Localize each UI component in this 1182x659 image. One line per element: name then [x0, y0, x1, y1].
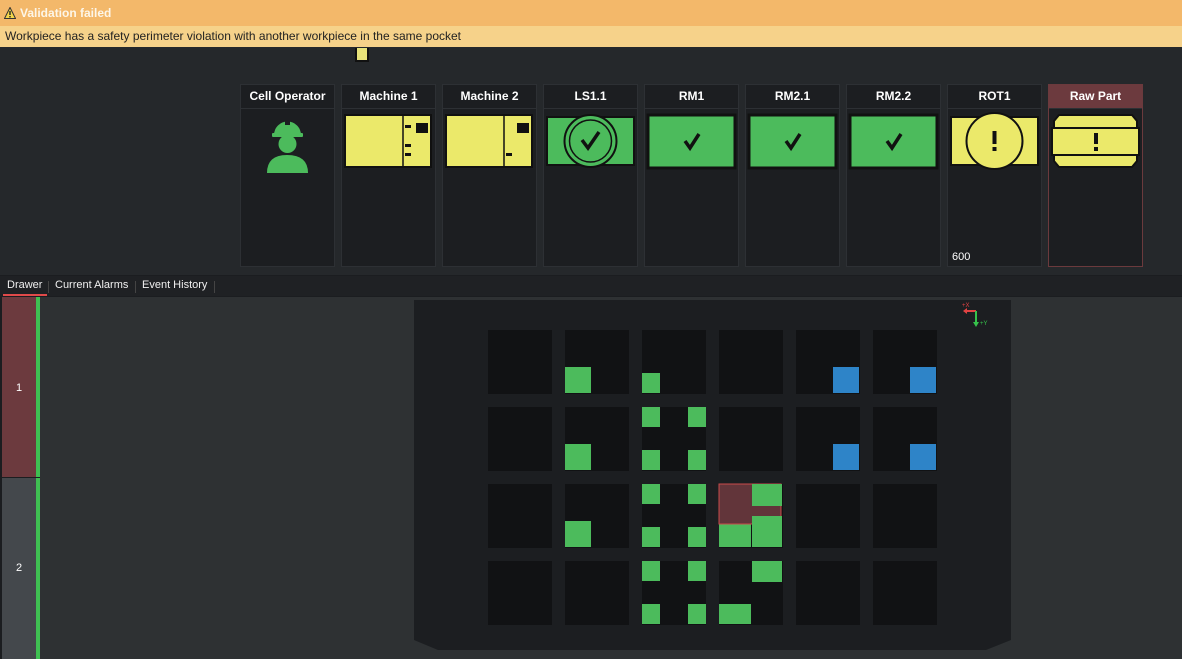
station-title: Machine 2: [443, 85, 536, 109]
warning-triangle-icon: [4, 7, 16, 19]
station-title: LS1.1: [544, 85, 637, 109]
tab-divider: [135, 281, 136, 293]
workpiece[interactable]: [642, 561, 660, 581]
station-value: 600: [952, 251, 971, 263]
exclamation-icon: [950, 112, 1039, 170]
axis-x-label: +X: [962, 303, 970, 309]
axis-y-label: +Y: [980, 321, 988, 327]
station-title: Raw Part: [1049, 85, 1142, 109]
banner-message: Workpiece has a safety perimeter violati…: [5, 29, 462, 43]
workpiece[interactable]: [688, 450, 706, 470]
station-card-ls1-1[interactable]: LS1.1: [543, 84, 638, 267]
check-icon: [848, 113, 939, 170]
machine-icon: [344, 114, 432, 168]
station-card-rm2-2[interactable]: RM2.2: [846, 84, 941, 267]
banner-header: Validation failed: [0, 0, 1182, 26]
workpiece[interactable]: [642, 527, 660, 547]
drawer-tab-2[interactable]: 2: [2, 478, 36, 659]
operator-icon: [267, 115, 308, 173]
workpiece[interactable]: [833, 444, 859, 470]
station-title: Machine 1: [342, 85, 435, 109]
workpiece[interactable]: [688, 561, 706, 581]
pocket[interactable]: [719, 407, 783, 471]
pocket[interactable]: [719, 330, 783, 394]
station-title: ROT1: [948, 85, 1041, 109]
station-title: Cell Operator: [241, 85, 334, 109]
workpiece[interactable]: [688, 407, 706, 427]
workpiece[interactable]: [910, 444, 936, 470]
drawer-tab-1[interactable]: 1: [2, 297, 36, 477]
station-card-rot1[interactable]: ROT1 600: [947, 84, 1042, 267]
workpiece[interactable]: [752, 516, 782, 547]
pocket[interactable]: [796, 484, 860, 548]
workpiece[interactable]: [719, 604, 751, 624]
pocket[interactable]: [565, 561, 629, 625]
tab-drawer[interactable]: Drawer: [7, 279, 42, 291]
tab-divider: [48, 281, 49, 293]
drawer-tray: [414, 300, 1011, 650]
check-icon: [646, 113, 737, 170]
station-card-machine-1[interactable]: Machine 1: [341, 84, 436, 267]
station-card-raw-part[interactable]: Raw Part: [1048, 84, 1143, 267]
pocket[interactable]: [488, 484, 552, 548]
check-icon: [747, 113, 838, 170]
workpiece[interactable]: [688, 484, 706, 504]
drawer-label: 2: [15, 562, 23, 574]
station-title: RM2.2: [847, 85, 940, 109]
banner-title: Validation failed: [20, 6, 112, 20]
tab-current-alarms[interactable]: Current Alarms: [55, 279, 128, 291]
workpiece[interactable]: [719, 524, 751, 547]
drawer-selector: 1 2: [0, 297, 40, 659]
pocket[interactable]: [873, 561, 937, 625]
bottom-tab-bar: Drawer Current Alarms Event History: [0, 276, 1182, 296]
station-title: RM2.1: [746, 85, 839, 109]
station-card-cell-operator[interactable]: Cell Operator: [240, 84, 335, 267]
check-icon: [546, 114, 635, 168]
workpiece[interactable]: [688, 604, 706, 624]
station-card-rm2-1[interactable]: RM2.1: [745, 84, 840, 267]
pocket[interactable]: [488, 407, 552, 471]
workpiece[interactable]: [642, 484, 660, 504]
pocket[interactable]: [873, 484, 937, 548]
pocket[interactable]: [488, 561, 552, 625]
workpiece[interactable]: [565, 521, 591, 547]
workpiece[interactable]: [688, 527, 706, 547]
pocket[interactable]: [488, 330, 552, 394]
workpiece[interactable]: [642, 450, 660, 470]
exclamation-icon: [1051, 114, 1140, 168]
workpiece[interactable]: [752, 484, 782, 506]
machine-icon: [445, 114, 533, 168]
workpiece[interactable]: [752, 561, 782, 582]
workpiece[interactable]: [642, 373, 660, 393]
workpiece[interactable]: [642, 604, 660, 624]
workpiece[interactable]: [565, 367, 591, 393]
workpiece[interactable]: [642, 407, 660, 427]
station-card-machine-2[interactable]: Machine 2: [442, 84, 537, 267]
pocket[interactable]: [796, 561, 860, 625]
station-card-rm1[interactable]: RM1: [644, 84, 739, 267]
validation-banner: Validation failed Workpiece has a safety…: [0, 0, 1182, 47]
drawer-label: 1: [15, 382, 23, 394]
workpiece[interactable]: [910, 367, 936, 393]
station-title: RM1: [645, 85, 738, 109]
active-tab-indicator: [3, 294, 47, 296]
workpiece[interactable]: [833, 367, 859, 393]
tab-event-history[interactable]: Event History: [142, 279, 207, 291]
drag-handle-icon[interactable]: [355, 48, 369, 62]
workpiece[interactable]: [565, 444, 591, 470]
tab-divider: [214, 281, 215, 293]
